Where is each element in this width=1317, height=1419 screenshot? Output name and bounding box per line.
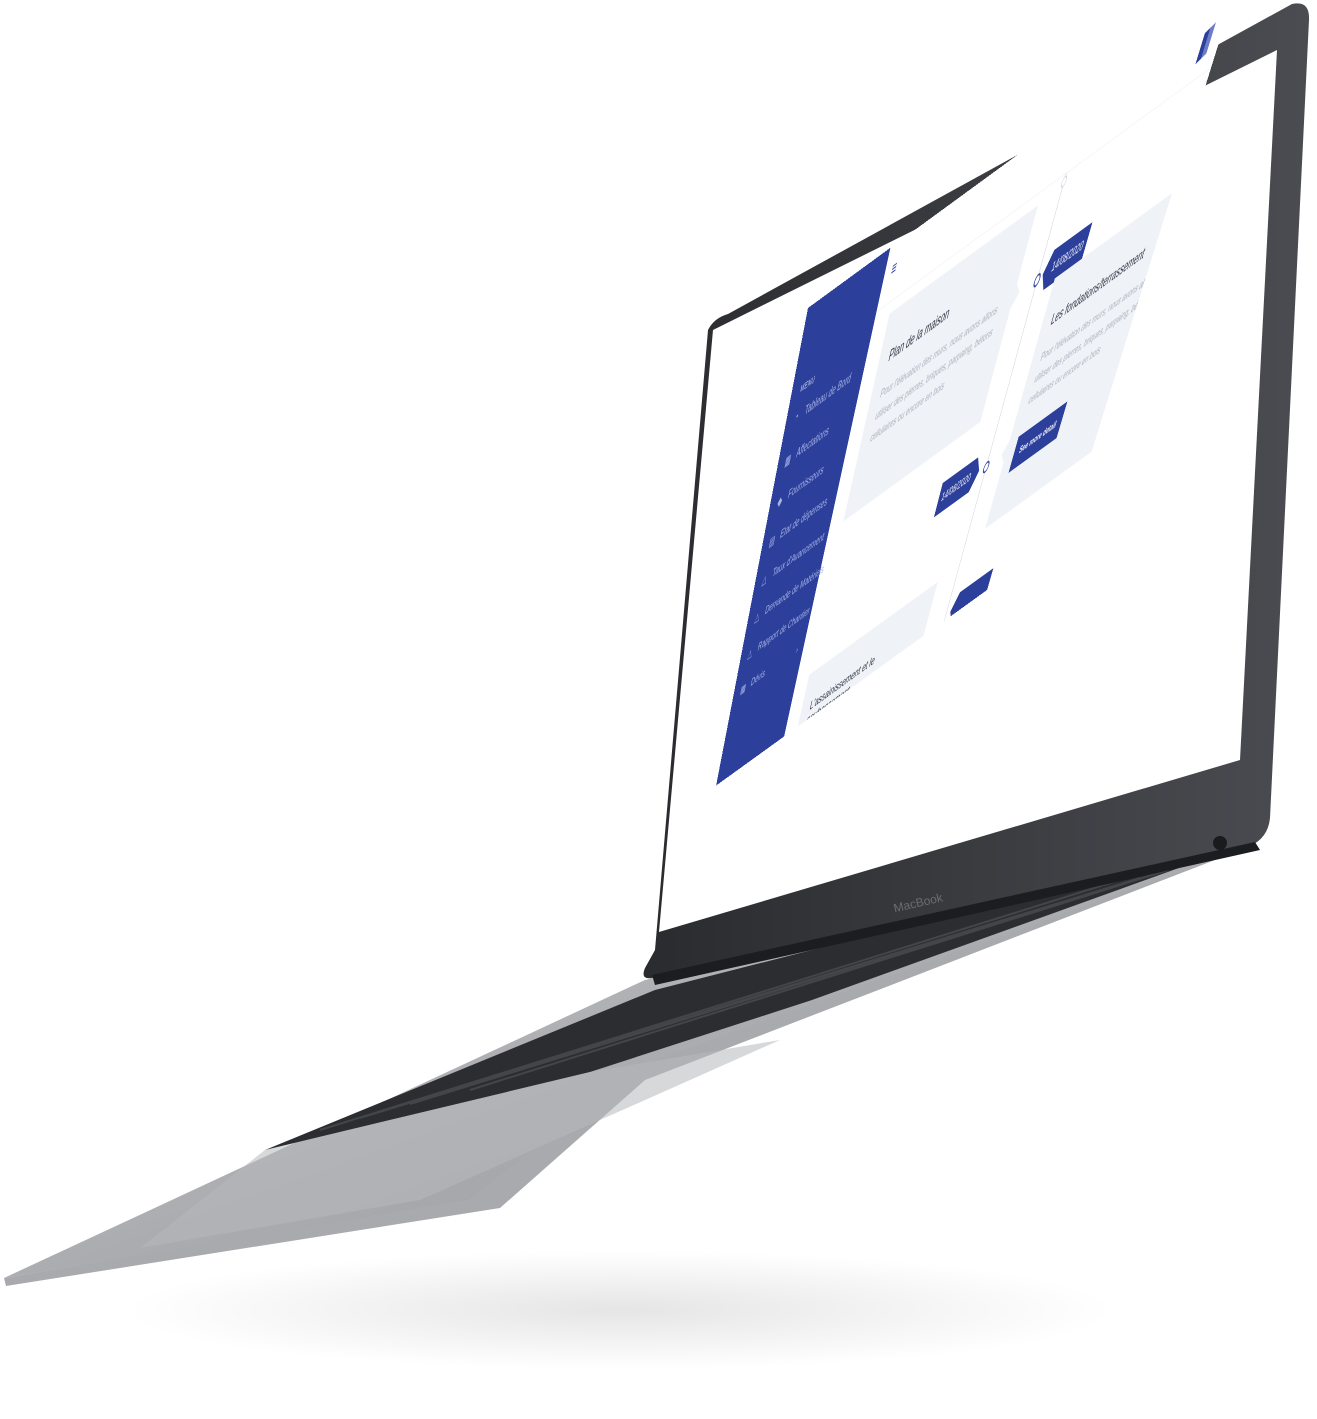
building-icon: ▦: [738, 679, 748, 698]
sidebar-item-label: Affectations: [795, 423, 830, 461]
diamond-icon: ◆: [775, 490, 786, 512]
sidebar-item-devis[interactable]: ▦ Dévis ›: [738, 662, 768, 702]
sidebar-item-label: Dévis: [750, 667, 767, 690]
flask-icon: △: [745, 643, 755, 663]
chevron-right-icon: ›: [795, 643, 799, 656]
timeline-node: [1032, 271, 1042, 289]
hamburger-menu-icon[interactable]: ≡: [890, 255, 902, 277]
flask-icon: △: [752, 607, 762, 627]
document-icon: ▤: [767, 530, 778, 551]
see-more-detail-button[interactable]: See more detail: [1009, 402, 1068, 473]
card-pointer: [1010, 280, 1022, 309]
dashboard-icon: ◔: [791, 406, 803, 429]
menu-title: MENU: [800, 373, 817, 394]
timeline-node: [982, 459, 991, 475]
card-pointer: [998, 440, 1009, 466]
app-logo: [1195, 22, 1216, 64]
flask-icon: △: [759, 569, 770, 590]
building-icon: ▦: [782, 449, 793, 472]
date-tag: 14/08/2020: [934, 453, 984, 517]
